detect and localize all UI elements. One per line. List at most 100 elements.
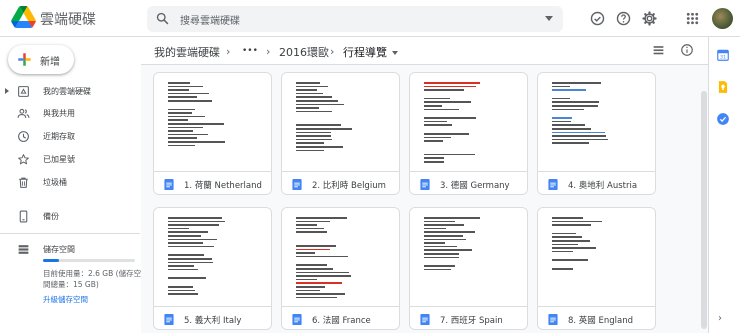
document-preview-line <box>296 110 332 113</box>
google-docs-icon <box>164 179 174 190</box>
document-preview-line <box>168 289 195 292</box>
keep-notes-icon[interactable] <box>716 80 730 94</box>
sidebar-item-label: 近期存取 <box>43 132 75 141</box>
document-preview-line <box>424 120 447 123</box>
file-footer: 4. 奧地利 Austria <box>538 171 655 194</box>
document-preview-line <box>296 96 332 98</box>
search-options-dropdown-icon[interactable] <box>545 16 553 21</box>
google-docs-icon <box>420 179 430 190</box>
app-title[interactable]: 雲端硬碟 <box>40 9 96 29</box>
sidebar-item-my-drive[interactable]: 我的雲端硬碟 <box>0 82 140 102</box>
document-preview-line <box>552 236 582 238</box>
offline-ready-icon[interactable] <box>589 10 606 27</box>
document-preview-line <box>296 231 327 233</box>
document-preview-line <box>552 135 606 137</box>
document-preview-line <box>168 85 203 88</box>
breadcrumb-current[interactable]: 行程導覽 <box>343 44 387 60</box>
document-preview-line <box>296 264 327 266</box>
document-preview-line <box>296 282 342 284</box>
document-preview-line <box>168 277 206 279</box>
file-card[interactable]: 6. 法國 France <box>281 207 400 330</box>
document-preview-line <box>296 220 330 223</box>
document-preview-line <box>424 161 444 163</box>
document-preview-line <box>424 82 480 84</box>
breadcrumb-root[interactable]: 我的雲端硬碟 <box>154 44 220 60</box>
file-name: 8. 英國 England <box>568 316 634 326</box>
document-preview-line <box>168 265 194 267</box>
apps-grid-icon[interactable] <box>684 10 701 27</box>
document-preview-line <box>296 286 325 288</box>
info-icon[interactable] <box>680 43 694 57</box>
document-preview-line <box>552 250 573 253</box>
document-preview-line <box>296 278 317 281</box>
sidebar-item-trash[interactable]: 垃圾桶 <box>0 173 140 193</box>
account-avatar[interactable] <box>712 8 733 29</box>
file-card[interactable]: 3. 德國 Germany <box>409 72 528 195</box>
document-preview-line <box>168 119 188 121</box>
upgrade-storage-link[interactable]: 升級儲存空間 <box>43 294 88 305</box>
sidebar-item-storage[interactable]: 儲存空間 <box>0 240 140 260</box>
sidebar-item-backup[interactable]: 備份 <box>0 207 140 227</box>
shared-people-icon <box>17 108 30 118</box>
google-docs-icon <box>548 179 558 190</box>
new-button[interactable]: 新增 <box>8 45 74 74</box>
settings-gear-icon[interactable] <box>641 10 658 27</box>
file-card[interactable]: 8. 英國 England <box>537 207 656 330</box>
breadcrumb-folder[interactable]: 2016環歐 <box>279 44 329 60</box>
document-preview-line <box>168 258 212 260</box>
document-preview-line <box>552 243 578 246</box>
file-name: 6. 法國 France <box>312 316 371 326</box>
document-preview-line <box>296 103 344 106</box>
sidebar-divider <box>0 233 140 234</box>
sidebar-item-shared[interactable]: 與我共用 <box>0 104 140 124</box>
document-preview-line <box>296 224 317 226</box>
file-card[interactable]: 4. 奧地利 Austria <box>537 72 656 195</box>
document-preview-line <box>424 136 451 139</box>
file-card[interactable]: 1. 荷蘭 Netherland <box>153 72 272 195</box>
document-preview-line <box>296 217 347 219</box>
document-preview-line <box>296 142 324 144</box>
document-preview-line <box>552 108 584 111</box>
backup-phone-icon <box>19 210 28 223</box>
document-preview-line <box>168 96 197 98</box>
calendar-icon[interactable]: 31 <box>716 48 730 62</box>
expand-arrow-icon[interactable] <box>5 88 9 94</box>
document-preview-line <box>296 135 331 137</box>
list-view-icon[interactable] <box>652 44 665 57</box>
file-card[interactable]: 5. 義大利 Italy <box>153 207 272 330</box>
expand-panel-chevron-icon[interactable]: › <box>718 313 722 324</box>
document-preview-line <box>296 252 315 254</box>
help-icon[interactable] <box>615 10 632 27</box>
search-input[interactable]: 搜尋雲端硬碟 <box>180 12 240 27</box>
google-docs-icon <box>548 314 558 325</box>
top-bar: 雲端硬碟 搜尋雲端硬碟 <box>0 0 740 37</box>
document-preview-line <box>296 128 352 130</box>
file-card[interactable]: 7. 西班牙 Spain <box>409 207 528 330</box>
file-thumbnail <box>282 208 399 306</box>
document-preview-line <box>552 105 598 107</box>
folder-menu-caret-icon[interactable] <box>392 51 398 55</box>
document-preview-line <box>168 245 214 248</box>
document-preview-line <box>296 100 338 102</box>
document-preview-line <box>552 240 590 242</box>
storage-usage-bar <box>43 259 135 262</box>
document-preview-line <box>296 289 320 292</box>
document-preview-line <box>168 82 190 84</box>
document-preview-line <box>168 137 197 139</box>
document-preview-line <box>424 97 450 100</box>
breadcrumb-ellipsis[interactable]: ••• <box>242 46 258 56</box>
tasks-icon[interactable] <box>716 112 730 126</box>
file-card[interactable]: 2. 比利時 Belgium <box>281 72 400 195</box>
search-bar[interactable]: 搜尋雲端硬碟 <box>147 6 563 32</box>
document-preview-line <box>424 85 476 88</box>
document-preview-line <box>424 256 459 259</box>
file-thumbnail <box>410 208 527 306</box>
sidebar-item-recent[interactable]: 近期存取 <box>0 127 140 147</box>
document-preview-line <box>296 82 320 84</box>
sidebar-item-starred[interactable]: 已加星號 <box>0 150 140 170</box>
file-grid-scrollbar[interactable] <box>701 91 707 329</box>
file-thumbnail <box>538 73 655 171</box>
document-preview-line <box>168 235 201 237</box>
drive-logo-icon[interactable] <box>11 6 36 28</box>
search-icon[interactable] <box>155 11 170 26</box>
